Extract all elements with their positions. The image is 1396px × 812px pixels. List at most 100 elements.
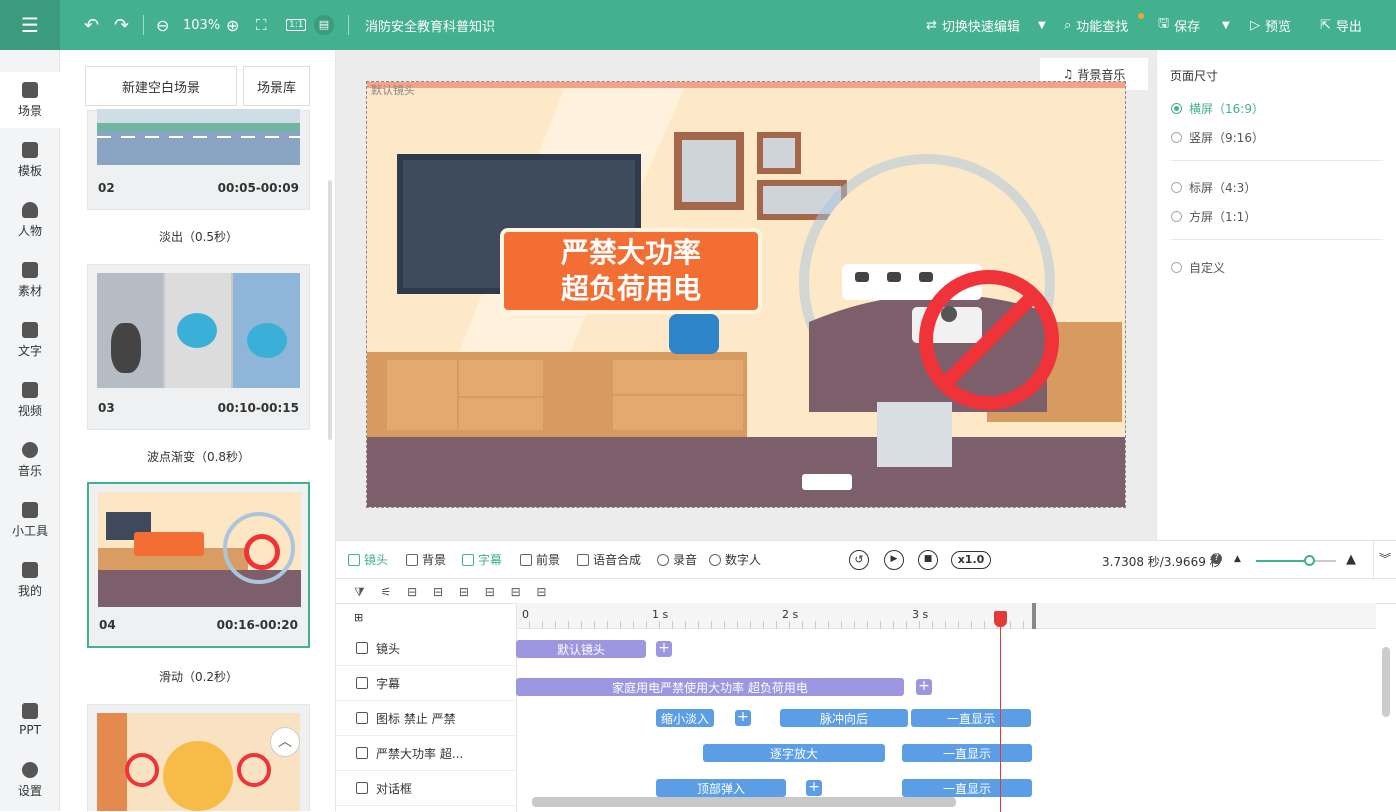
add-clip-button[interactable]: + bbox=[656, 641, 672, 657]
chevron-down-icon[interactable]: ▼ bbox=[1038, 0, 1046, 50]
clip-subtitle[interactable]: 家庭用电严禁使用大功率 超负荷用电 bbox=[516, 678, 904, 696]
scene-card-02[interactable]: 02 00:05-00:09 bbox=[87, 109, 310, 210]
preview-icon: ▷ bbox=[1250, 17, 1260, 33]
undo-icon[interactable]: ↶ bbox=[84, 0, 99, 50]
transition-label[interactable]: 滑动（0.2秒） bbox=[87, 668, 310, 685]
redo-icon[interactable]: ↷ bbox=[114, 0, 129, 50]
tab-tts[interactable]: 语音合成 bbox=[577, 551, 641, 568]
replay-icon[interactable]: ↺ bbox=[849, 550, 869, 570]
transition-label[interactable]: 淡出（0.5秒） bbox=[87, 228, 310, 245]
clip-animation[interactable]: 一直显示 bbox=[902, 779, 1032, 797]
scene-card-03[interactable]: 03 00:10-00:15 bbox=[87, 264, 310, 430]
scene-thumbnail bbox=[98, 492, 301, 607]
ppt-icon bbox=[22, 703, 38, 719]
new-blank-scene-button[interactable]: 新建空白场景 bbox=[85, 66, 237, 106]
zoom-in-mountain-icon[interactable]: ▲ bbox=[1346, 552, 1356, 567]
sidebar-item-settings[interactable]: 设置 bbox=[0, 752, 60, 808]
sidebar-item-video[interactable]: 视频 bbox=[0, 372, 60, 428]
zoom-out-mountain-icon[interactable]: ▲ bbox=[1234, 554, 1241, 564]
help-icon[interactable]: ? bbox=[1211, 553, 1222, 564]
collapse-icon[interactable]: ︾ bbox=[1373, 541, 1396, 578]
slider-thumb[interactable] bbox=[1304, 555, 1315, 566]
sidebar-item-music[interactable]: 音乐 bbox=[0, 432, 60, 488]
scene-card-04[interactable]: 04 00:16-00:20 bbox=[87, 482, 310, 648]
feature-search-button[interactable]: ⌕ 功能查找 bbox=[1064, 0, 1144, 50]
radio-custom[interactable]: 自定义 bbox=[1171, 259, 1225, 276]
fullscreen-icon[interactable]: ⛶ bbox=[256, 0, 267, 50]
clip-animation[interactable]: 逐字放大 bbox=[703, 744, 885, 762]
clip-animation[interactable]: 一直显示 bbox=[902, 744, 1032, 762]
tab-subtitle[interactable]: 字幕 bbox=[462, 551, 502, 568]
scene-list-panel: 新建空白场景 场景库 02 00:05-00:09 淡出（0.5秒） 03 00… bbox=[60, 50, 336, 811]
timeline-tools[interactable]: ⧩ ⚟ ⊟ ⊟ ⊟ ⊟ ⊟ ⊟ bbox=[354, 585, 553, 600]
banner-text-box[interactable]: 严禁大功率 超负荷用电 bbox=[500, 228, 762, 314]
clip-animation[interactable]: 一直显示 bbox=[911, 709, 1031, 727]
clip-animation[interactable]: 脉冲向后 bbox=[780, 709, 908, 727]
clip-animation[interactable]: 缩小淡入 bbox=[656, 709, 714, 727]
add-clip-button[interactable]: + bbox=[806, 780, 822, 796]
subtitle-icon[interactable]: ▤ bbox=[314, 0, 334, 50]
track-text-banner[interactable]: 严禁大功率 超... bbox=[336, 736, 516, 771]
time-ruler[interactable]: 0 1 s 2 s 3 s bbox=[516, 603, 1376, 629]
zoom-out-icon[interactable]: ⊖ bbox=[156, 0, 169, 50]
scene-library-button[interactable]: 场景库 bbox=[243, 66, 310, 106]
track-icon-forbid[interactable]: 图标 禁止 严禁 bbox=[336, 701, 516, 736]
tab-foreground[interactable]: 前景 bbox=[520, 551, 560, 568]
sidebar-item-ppt[interactable]: PPT bbox=[0, 692, 60, 748]
sidebar-item-tools[interactable]: 小工具 bbox=[0, 492, 60, 548]
sidebar-item-text[interactable]: 文字 bbox=[0, 312, 60, 368]
sidebar-item-template[interactable]: 模板 bbox=[0, 132, 60, 188]
radio-portrait[interactable]: 竖屏（9:16） bbox=[1171, 129, 1264, 146]
radio-landscape[interactable]: 横屏（16:9） bbox=[1171, 100, 1264, 117]
track-camera[interactable]: 镜头 bbox=[336, 631, 516, 666]
switch-edit-button[interactable]: ⇄ 切换快速编辑 bbox=[926, 0, 1020, 50]
sidebar-item-scene[interactable]: 场景 bbox=[0, 72, 60, 128]
playhead[interactable] bbox=[1000, 611, 1001, 812]
track-dialog[interactable]: 对话框 bbox=[336, 771, 516, 806]
transition-label[interactable]: 波点渐变（0.8秒） bbox=[87, 448, 310, 465]
stop-icon[interactable]: ■ bbox=[918, 550, 938, 570]
text-icon bbox=[356, 747, 368, 759]
tab-camera[interactable]: 镜头 bbox=[348, 551, 388, 568]
tab-background[interactable]: 背景 bbox=[406, 551, 446, 568]
left-sidebar: 场景 模板 人物 素材 文字 视频 音乐 小工具 我的 PPT 设置 bbox=[0, 50, 60, 811]
track-subtitle[interactable]: 字幕 bbox=[336, 666, 516, 701]
speed-button[interactable]: x1.0 bbox=[951, 551, 991, 569]
track-settings-icon[interactable]: ⊞ bbox=[354, 611, 363, 624]
scene-icon bbox=[22, 81, 38, 98]
save-button[interactable]: 🖫 保存 bbox=[1158, 0, 1200, 50]
tab-digital-human[interactable]: 数字人 bbox=[709, 551, 761, 568]
tab-record[interactable]: 录音 bbox=[657, 551, 697, 568]
image-icon bbox=[356, 782, 368, 794]
radio-standard[interactable]: 标屏（4:3） bbox=[1171, 179, 1256, 196]
radio-square[interactable]: 方屏（1:1） bbox=[1171, 208, 1256, 225]
zoom-in-icon[interactable]: ⊕ bbox=[226, 0, 239, 50]
clip-default-camera[interactable]: 默认镜头 bbox=[516, 640, 646, 658]
sidebar-item-mine[interactable]: 我的 bbox=[0, 552, 60, 608]
add-clip-button[interactable]: + bbox=[916, 679, 932, 695]
vertical-scrollbar[interactable] bbox=[1382, 647, 1390, 717]
preview-button[interactable]: ▷ 预览 bbox=[1250, 0, 1291, 50]
sidebar-item-character[interactable]: 人物 bbox=[0, 192, 60, 248]
person-icon bbox=[22, 201, 38, 218]
scroll-top-button[interactable]: ︿ bbox=[270, 727, 300, 757]
project-title[interactable]: 消防安全教育科普知识 bbox=[365, 0, 495, 50]
scene-card-05[interactable] bbox=[87, 704, 310, 811]
clip-animation[interactable]: 顶部弹入 bbox=[656, 779, 786, 797]
export-button[interactable]: ⇱ 导出 bbox=[1320, 0, 1362, 50]
play-icon[interactable]: ▶ bbox=[884, 550, 904, 570]
canvas-area: ♫ 背景音乐 默认镜头 严禁大功率 超负荷用电 bbox=[336, 50, 1156, 540]
actual-size-icon[interactable]: 1:1 bbox=[286, 0, 307, 50]
sidebar-item-material[interactable]: 素材 bbox=[0, 252, 60, 308]
playhead-handle[interactable] bbox=[994, 611, 1007, 627]
divider bbox=[1171, 239, 1383, 240]
menu-icon[interactable]: ☰ bbox=[0, 0, 60, 50]
text-icon bbox=[22, 321, 38, 338]
add-clip-button[interactable]: + bbox=[735, 710, 751, 726]
chevron-down-icon[interactable]: ▼ bbox=[1222, 0, 1230, 50]
zoom-slider[interactable] bbox=[1256, 555, 1336, 566]
scrollbar[interactable] bbox=[328, 180, 332, 440]
stage[interactable]: 默认镜头 严禁大功率 超负荷用电 bbox=[366, 81, 1126, 508]
background-icon bbox=[406, 553, 418, 566]
horizontal-scrollbar[interactable] bbox=[532, 797, 956, 807]
